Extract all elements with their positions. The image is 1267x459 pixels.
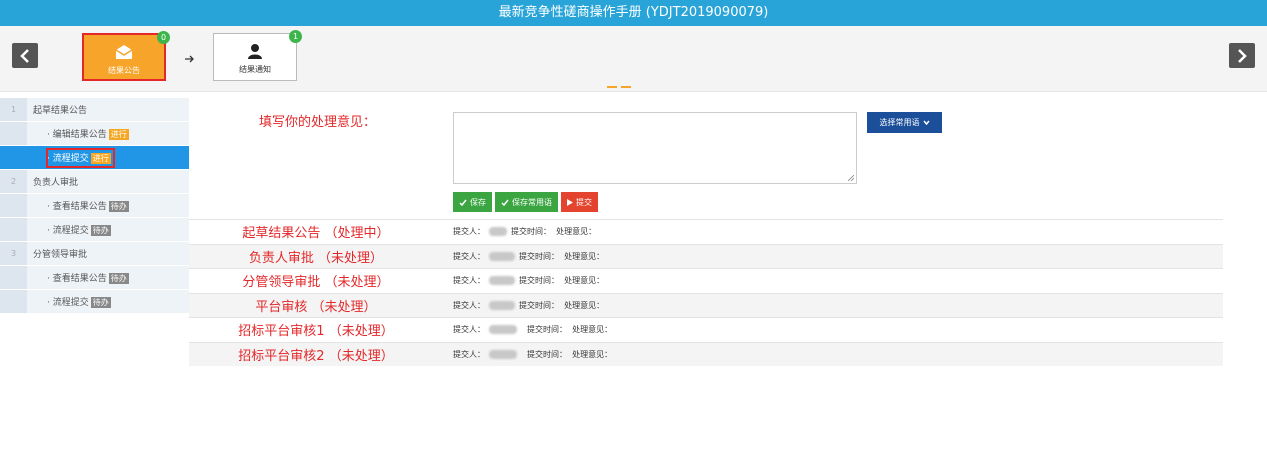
sidebar-item-view-announcement[interactable]: · 查看结果公告 待办	[0, 266, 189, 290]
save-button[interactable]: 保存	[453, 192, 492, 212]
status-badge: 进行	[108, 129, 129, 140]
sidebar-item-label: · 编辑结果公告	[47, 130, 107, 140]
field-label: 提交时间：	[519, 251, 559, 261]
chevron-right-icon	[1238, 48, 1247, 63]
step-bar: 结果公告 0 结果通知 1	[0, 26, 1267, 92]
step-badge: 0	[157, 31, 170, 44]
field-label: 提交时间：	[527, 349, 567, 359]
redacted-value	[489, 349, 517, 359]
step-progress-indicator	[607, 86, 633, 88]
record-name: 起草结果公告 （处理中）	[242, 226, 390, 242]
window-title: 最新竞争性磋商操作手册 (YDJT2019090079)	[0, 0, 1267, 26]
action-buttons: 保存 保存常用语 提交	[453, 192, 598, 212]
sidebar-group-label: 负责人审批	[33, 178, 79, 188]
sidebar-item-edit-announcement[interactable]: · 编辑结果公告 进行	[0, 122, 189, 146]
play-icon	[567, 198, 573, 206]
record-name: 招标平台审核1 （未处理）	[238, 324, 394, 340]
resize-grip-icon[interactable]	[848, 175, 854, 181]
record-row: 招标平台审核1 （未处理） 提交人： 提交时间： 处理意见：	[189, 317, 1223, 342]
field-label: 处理意见：	[572, 349, 613, 359]
record-row: 起草结果公告 （处理中） 提交人： 提交时间： 处理意见：	[189, 219, 1223, 244]
sidebar-group-label: 分管领导审批	[33, 250, 88, 260]
highlight-box	[46, 148, 115, 168]
status-badge: 待办	[108, 273, 129, 284]
field-label: 提交人：	[453, 300, 485, 310]
record-row: 招标平台审核2 （未处理） 提交人： 提交时间： 处理意见：	[189, 341, 1223, 366]
button-label: 保存常用语	[512, 197, 552, 207]
sidebar-group-leader-approval[interactable]: 3 分管领导审批	[0, 242, 189, 266]
sidebar-item-label: · 查看结果公告	[47, 202, 107, 212]
step-result-notice[interactable]: 结果通知 1	[213, 30, 302, 81]
field-label: 提交人：	[453, 227, 485, 237]
button-label: 选择常用语	[879, 118, 920, 127]
record-row: 分管领导审批 （未处理） 提交人： 提交时间： 处理意见：	[189, 268, 1223, 293]
button-label: 提交	[576, 197, 592, 207]
field-label: 提交时间：	[519, 300, 559, 310]
envelope-icon	[115, 43, 133, 61]
sidebar-item-process-submit[interactable]: · 流程提交 进行	[0, 146, 189, 170]
submit-button[interactable]: 提交	[561, 192, 598, 212]
step-number: 2	[0, 170, 27, 193]
field-label: 提交人：	[453, 276, 485, 286]
redacted-value	[489, 251, 515, 261]
record-row: 平台审核 （未处理） 提交人： 提交时间： 处理意见：	[189, 292, 1223, 317]
field-label: 处理意见：	[564, 300, 605, 310]
record-row: 负责人审批 （未处理） 提交人： 提交时间： 处理意见：	[189, 243, 1223, 268]
sidebar-item-process-submit[interactable]: · 流程提交 待办	[0, 218, 189, 242]
sidebar-item-label: · 流程提交	[47, 298, 89, 308]
field-label: 处理意见：	[572, 325, 613, 335]
chevron-down-icon	[922, 120, 930, 125]
process-records: 起草结果公告 （处理中） 提交人： 提交时间： 处理意见： 负责人审批 （未处理）…	[189, 219, 1223, 366]
step-label: 结果通知	[239, 65, 271, 74]
sidebar-group-draft[interactable]: 1 起草结果公告	[0, 98, 189, 122]
field-label: 提交人：	[453, 325, 485, 335]
field-label: 处理意见：	[564, 276, 605, 286]
step-label: 结果公告	[108, 66, 140, 75]
opinion-label: 填写你的处理意见：	[259, 115, 377, 130]
redacted-value	[489, 325, 517, 335]
step-number: 1	[0, 98, 27, 121]
field-label: 提交人：	[453, 349, 485, 359]
field-label: 提交人：	[453, 251, 485, 261]
arrow-right-icon	[185, 55, 194, 63]
field-label: 处理意见：	[564, 251, 605, 261]
select-phrase-button[interactable]: 选择常用语	[867, 112, 942, 133]
sidebar-group-label: 起草结果公告	[33, 106, 88, 116]
record-name: 负责人审批 （未处理）	[248, 250, 384, 266]
redacted-value	[489, 227, 507, 237]
sidebar-item-label: · 流程提交	[47, 226, 89, 236]
status-badge: 待办	[90, 297, 111, 308]
opinion-textarea[interactable]	[453, 112, 857, 184]
field-label: 提交时间：	[511, 227, 551, 237]
field-label: 提交时间：	[519, 276, 559, 286]
check-icon	[459, 199, 467, 206]
status-badge: 待办	[108, 201, 129, 212]
field-label: 处理意见：	[556, 227, 597, 237]
sidebar-item-view-announcement[interactable]: · 查看结果公告 待办	[0, 194, 189, 218]
user-icon	[246, 42, 264, 60]
step-badge: 1	[289, 30, 302, 43]
record-name: 分管领导审批 （未处理）	[242, 275, 390, 291]
save-phrase-button[interactable]: 保存常用语	[495, 192, 558, 212]
button-label: 保存	[470, 197, 486, 207]
check-icon	[501, 199, 509, 206]
status-badge: 待办	[90, 225, 111, 236]
workflow-sidebar: 1 起草结果公告 · 编辑结果公告 进行 · 流程提交 进行 2 负责人审批 · 查…	[0, 98, 189, 314]
sidebar-item-process-submit[interactable]: · 流程提交 待办	[0, 290, 189, 314]
sidebar-group-manager-approval[interactable]: 2 负责人审批	[0, 170, 189, 194]
redacted-value	[489, 300, 515, 310]
step-number: 3	[0, 242, 27, 265]
redacted-value	[489, 276, 515, 286]
field-label: 提交时间：	[527, 325, 567, 335]
chevron-left-icon	[20, 48, 29, 63]
next-arrow-button[interactable]	[1229, 43, 1255, 68]
prev-arrow-button[interactable]	[12, 43, 38, 68]
record-name: 招标平台审核2 （未处理）	[238, 348, 394, 364]
sidebar-item-label: · 查看结果公告	[47, 274, 107, 284]
record-name: 平台审核 （未处理）	[255, 299, 377, 315]
step-result-announcement[interactable]: 结果公告 0	[82, 31, 170, 81]
